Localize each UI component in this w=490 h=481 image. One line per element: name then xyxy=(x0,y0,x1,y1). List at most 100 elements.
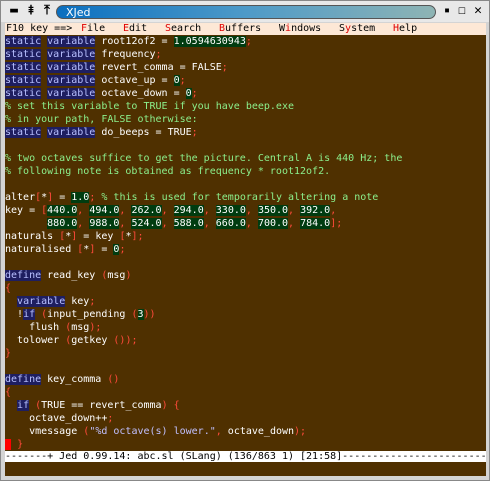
menu-system[interactable]: System xyxy=(339,23,375,35)
menu-buffers[interactable]: Buffers xyxy=(219,23,261,35)
delimiter: , xyxy=(77,218,90,229)
code-line: % set this variable to TRUE if you have … xyxy=(5,100,486,113)
code-text: naturals xyxy=(5,231,60,242)
code-line: key = [440.0, 494.0, 262.0, 294.0, 330.0… xyxy=(5,204,486,217)
code-text: frequency xyxy=(95,49,156,60)
code-line: vmessage ("%d octave(s) lower.", octave_… xyxy=(5,425,486,438)
code-line: } xyxy=(5,347,486,360)
code-text: input_pending xyxy=(47,309,132,320)
string-literal: "%d octave(s) lower." xyxy=(89,426,216,437)
number-literal: 784.0 xyxy=(300,218,331,229)
code-text: root12of2 = xyxy=(95,36,174,47)
delimiter: , xyxy=(215,426,228,437)
menu-help[interactable]: Help xyxy=(393,23,417,35)
code-text: octave_down = xyxy=(95,88,186,99)
number-literal: 350.0 xyxy=(257,205,289,216)
code-text: = xyxy=(95,244,114,255)
delimiter: , xyxy=(203,205,216,216)
delimiter: , xyxy=(119,205,132,216)
menu-file[interactable]: File xyxy=(81,23,105,35)
delimiter: ( xyxy=(131,309,138,320)
delimiter: ; xyxy=(221,62,228,73)
code-line: variable key; xyxy=(5,295,486,308)
delimiter: ; xyxy=(155,49,162,60)
number-literal: 700.0 xyxy=(257,218,289,229)
number-literal: 1.0 xyxy=(71,192,90,203)
keyword: define xyxy=(5,374,42,385)
close-icon[interactable]: ✕ xyxy=(470,3,486,19)
code-line: naturalised [*] = 0; xyxy=(5,243,486,256)
title-bar[interactable]: ▬ ⯒ ⤒ XJed ▪ ☐ ✕ xyxy=(1,1,489,22)
comment: % set this variable to TRUE if you have … xyxy=(5,101,294,112)
delimiter: } xyxy=(5,348,12,359)
keyword: variable xyxy=(47,88,96,99)
code-line: alter[*] = 1.0; % this is used for tempo… xyxy=(5,191,486,204)
minibuffer[interactable] xyxy=(5,462,486,476)
code-text: getkey xyxy=(71,335,114,346)
delimiter: ); xyxy=(294,426,307,437)
keyword: variable xyxy=(47,62,96,73)
editor-buffer[interactable]: static variable root12of2 = 1.0594630943… xyxy=(5,35,486,451)
keyword: if xyxy=(17,400,30,411)
number-literal: 294.0 xyxy=(173,205,204,216)
delimiter: , xyxy=(77,205,90,216)
window-title: XJed xyxy=(56,5,436,19)
code-text: octave_down++ xyxy=(5,413,108,424)
keyword: if xyxy=(23,309,36,320)
keyword: static xyxy=(5,62,42,73)
delimiter: , xyxy=(161,205,174,216)
minimize-icon[interactable]: ▬ xyxy=(6,3,22,19)
delimiter: ; xyxy=(119,244,126,255)
keyword: static xyxy=(5,88,42,99)
code-text: naturalised xyxy=(5,244,78,255)
number-literal: 330.0 xyxy=(215,205,246,216)
delimiter: ]; xyxy=(330,218,343,229)
maximize-icon[interactable]: ☐ xyxy=(454,3,470,19)
delimiter: , xyxy=(119,218,132,229)
keyword: variable xyxy=(47,49,96,60)
delimiter: ]; xyxy=(131,231,144,242)
code-line: if (TRUE == revert_comma) { xyxy=(5,399,486,412)
menu-edit[interactable]: Edit xyxy=(123,23,147,35)
delimiter: , xyxy=(245,218,258,229)
number-literal: 588.0 xyxy=(173,218,204,229)
code-line: static variable revert_comma = FALSE; xyxy=(5,61,486,74)
code-line: tolower (getkey ()); xyxy=(5,334,486,347)
delimiter: , xyxy=(330,205,337,216)
keyword: variable xyxy=(47,127,96,138)
comment: % following note is obtained as frequenc… xyxy=(5,166,331,177)
code-text: msg xyxy=(71,322,90,333)
xjed-window: ▬ ⯒ ⤒ XJed ▪ ☐ ✕ F10 key ==> File Edit Sea… xyxy=(0,0,490,481)
code-text: vmessage xyxy=(5,426,84,437)
shade-icon[interactable]: ▪ xyxy=(439,3,455,19)
delimiter: ; xyxy=(191,127,198,138)
delimiter: ; xyxy=(89,296,96,307)
code-line: { xyxy=(5,282,486,295)
delimiter: ); xyxy=(89,322,102,333)
code-text: TRUE == revert_comma xyxy=(41,400,162,411)
code-text: msg xyxy=(107,270,126,281)
delimiter: , xyxy=(161,218,174,229)
code-text: tolower xyxy=(5,335,66,346)
code-line: flush (msg); xyxy=(5,321,486,334)
status-line: -------+ Jed 0.99.14: abc.sl (SLang) (13… xyxy=(5,451,486,462)
code-line: } xyxy=(5,438,486,451)
stick-icon[interactable]: ⤒ xyxy=(39,3,55,19)
keyword: variable xyxy=(47,75,96,86)
code-text: flush xyxy=(5,322,66,333)
pin-icon[interactable]: ⯒ xyxy=(23,3,39,19)
delimiter: ; xyxy=(191,88,198,99)
menu-windows[interactable]: Windows xyxy=(279,23,321,35)
menu-label-rest: stem xyxy=(351,23,376,34)
code-text: = xyxy=(53,192,72,203)
menu-label-rest: uffers xyxy=(225,23,262,34)
number-literal: 1.0594630943 xyxy=(173,36,246,47)
code-text: key_comma xyxy=(41,374,108,385)
delimiter: () xyxy=(107,374,120,385)
menu-search[interactable]: Search xyxy=(165,23,201,35)
keyword: static xyxy=(5,127,42,138)
code-text: read_key xyxy=(41,270,102,281)
